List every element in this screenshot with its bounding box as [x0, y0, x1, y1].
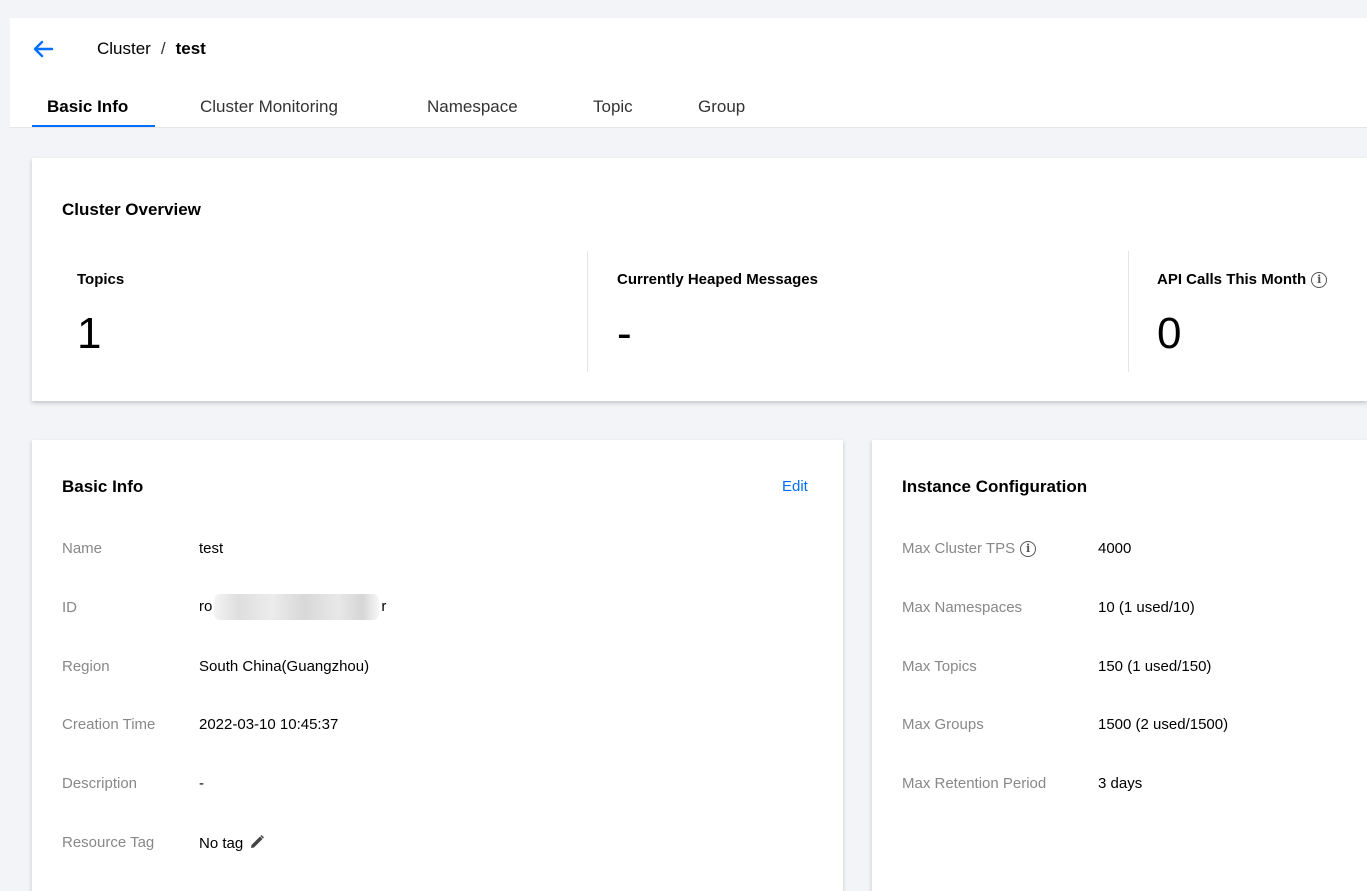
heaped-messages-value: -	[617, 309, 632, 358]
id-label: ID	[62, 599, 77, 616]
max-namespaces-label: Max Namespaces	[902, 599, 1023, 616]
description-label: Description	[62, 775, 138, 792]
pencil-icon[interactable]	[249, 834, 265, 854]
api-calls-value: 0	[1157, 309, 1182, 358]
resource-tag-value: No tag	[199, 834, 244, 852]
back-arrow-icon[interactable]	[32, 38, 54, 60]
max-topics-label: Max Topics	[902, 658, 977, 675]
basic-info-title: Basic Info	[62, 477, 144, 496]
edit-button[interactable]: Edit	[782, 478, 808, 495]
topics-value: 1	[77, 309, 102, 358]
resource-tag-label: Resource Tag	[62, 834, 155, 851]
tab-topic[interactable]: Topic	[593, 96, 633, 118]
creation-time-label: Creation Time	[62, 716, 156, 733]
name-value: test	[199, 540, 224, 557]
basic-info-card: Basic Info Edit Name test ID ro r Region …	[32, 440, 843, 891]
max-retention-period-label: Max Retention Period	[902, 775, 1047, 792]
creation-time-value: 2022-03-10 10:45:37	[199, 716, 339, 733]
max-cluster-tps-label: Max Cluster TPS	[902, 540, 1016, 557]
breadcrumb-separator: /	[160, 39, 166, 58]
tab-basic-info[interactable]: Basic Info	[47, 96, 128, 118]
description-value: -	[199, 775, 204, 792]
tab-namespace[interactable]: Namespace	[427, 96, 518, 118]
region-label: Region	[62, 658, 110, 675]
id-value-suffix: r	[381, 597, 387, 615]
instance-configuration-card: Instance Configuration Max Cluster TPS i …	[872, 440, 1367, 891]
stat-divider	[587, 251, 588, 372]
redacted-id-blur	[214, 594, 380, 620]
id-value-prefix: ro	[199, 597, 213, 615]
tab-cluster-monitoring[interactable]: Cluster Monitoring	[200, 96, 338, 118]
breadcrumb-parent[interactable]: Cluster	[97, 39, 151, 58]
max-namespaces-value: 10 (1 used/10)	[1098, 599, 1195, 616]
max-topics-value: 150 (1 used/150)	[1098, 658, 1212, 675]
instance-configuration-title: Instance Configuration	[902, 477, 1088, 496]
id-value: ro r	[199, 594, 386, 620]
topics-label: Topics	[77, 271, 125, 288]
page-header: Cluster / test Basic Info Cluster Monitori…	[10, 18, 1367, 128]
region-value: South China(Guangzhou)	[199, 658, 370, 675]
resource-tag-value-row: No tag	[199, 834, 265, 854]
info-icon[interactable]: i	[1020, 541, 1037, 558]
breadcrumb: Cluster / test	[97, 38, 206, 60]
max-retention-period-value: 3 days	[1098, 775, 1143, 792]
tab-group[interactable]: Group	[698, 96, 745, 118]
stat-divider	[1128, 251, 1129, 372]
max-cluster-tps-value: 4000	[1098, 540, 1132, 557]
tabs-divider	[10, 127, 1367, 128]
max-groups-label: Max Groups	[902, 716, 984, 733]
name-label: Name	[62, 540, 103, 557]
max-cluster-tps-label-row: Max Cluster TPS i	[902, 540, 1037, 558]
breadcrumb-current: test	[175, 39, 206, 58]
cluster-overview-card: Cluster Overview Topics 1 Currently Heap…	[32, 158, 1367, 401]
info-icon[interactable]: i	[1311, 272, 1328, 289]
heaped-messages-label: Currently Heaped Messages	[617, 271, 818, 288]
max-groups-value: 1500 (2 used/1500)	[1098, 716, 1229, 733]
api-calls-label: API Calls This Month	[1157, 271, 1307, 288]
api-calls-label-row: API Calls This Month i	[1157, 271, 1328, 289]
cluster-overview-title: Cluster Overview	[62, 200, 201, 219]
